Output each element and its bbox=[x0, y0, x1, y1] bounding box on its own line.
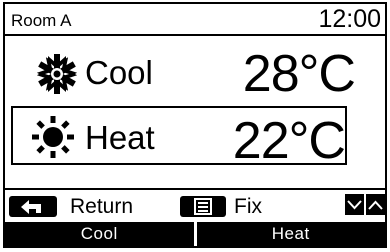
list-icon bbox=[194, 198, 212, 215]
temperature-heat: 22°C bbox=[232, 111, 346, 171]
mode-label-cool: Cool bbox=[85, 54, 153, 91]
return-button[interactable] bbox=[9, 196, 57, 217]
mode-row-heat[interactable]: Heat 22°C bbox=[5, 103, 385, 170]
clock-time: 12:00 bbox=[318, 5, 381, 33]
mode-label-heat: Heat bbox=[85, 119, 155, 156]
softkey-bar: Cool Heat bbox=[5, 222, 385, 246]
chevron-down-icon bbox=[347, 199, 362, 209]
down-button[interactable] bbox=[345, 194, 364, 215]
up-button[interactable] bbox=[366, 194, 385, 215]
thermostat-screen: Room A 12:00 Cool 28°C Heat 22°C Return … bbox=[3, 2, 387, 248]
room-name: Room A bbox=[11, 11, 72, 30]
softkey-cool[interactable]: Cool bbox=[5, 222, 194, 246]
temp-unit: °C bbox=[298, 45, 356, 103]
temp-unit: °C bbox=[288, 112, 346, 170]
footer-bar: Return Fix bbox=[5, 192, 385, 222]
temp-value: 28 bbox=[242, 45, 300, 103]
footer-divider bbox=[5, 188, 385, 190]
snowflake-icon bbox=[35, 52, 79, 96]
return-label: Return bbox=[70, 195, 134, 218]
mode-row-cool[interactable]: Cool 28°C bbox=[5, 42, 385, 104]
header-bar: Room A 12:00 bbox=[5, 4, 385, 36]
sun-icon bbox=[31, 115, 75, 159]
chevron-up-icon bbox=[368, 200, 383, 210]
temperature-cool: 28°C bbox=[242, 44, 356, 104]
fix-label: Fix bbox=[234, 195, 262, 218]
return-arrow-icon bbox=[21, 199, 41, 214]
softkey-heat[interactable]: Heat bbox=[196, 222, 385, 246]
fix-button[interactable] bbox=[180, 196, 226, 217]
temp-value: 22 bbox=[232, 112, 290, 170]
